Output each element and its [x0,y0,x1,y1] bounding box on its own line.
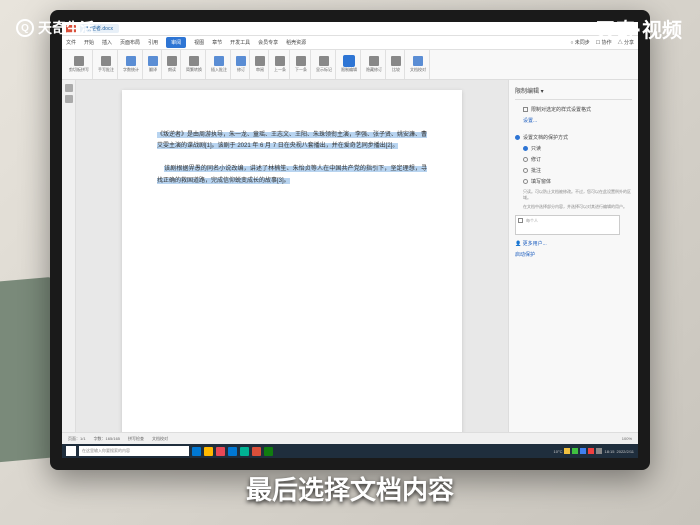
users-input[interactable]: 每个人 [515,215,620,235]
zoom-level[interactable]: 100% [622,436,632,441]
menubar: 文件 开始 插入 页面布局 引用 审阅 视图 章节 开发工具 会员专享 稻壳资源… [62,36,638,50]
start-protection-button[interactable]: 启动保护 [515,249,632,260]
tool-review[interactable]: 审阅 [252,50,269,79]
readonly-label: 只读 [531,145,541,152]
tool-next[interactable]: 下一条 [292,50,311,79]
document-area[interactable]: 《叛逆者》是由周游执导，朱一龙、童瑶、王志文、王阳、朱珠领衔主演，李强、张子贤、… [76,80,508,444]
tray-icon[interactable] [580,448,586,454]
menu-chapter[interactable]: 章节 [212,39,222,46]
taskbar-search[interactable]: 在这里输入你要搜索的内容 [79,446,189,456]
taskbar-app-icon[interactable] [216,447,225,456]
comment-label: 批注 [531,167,541,174]
start-button[interactable] [66,446,76,456]
hint-text: 在文档中选择部分内容，并选择可以对其进行编辑的用户。 [515,202,632,212]
ribbon-toolbar: 剪切板拼写 手写批注 字数统计 翻译 朗读 简繁转换 插入批注 修订 审阅 上一… [62,50,638,80]
watermark-text: 天奇生活 [38,18,94,38]
page-indicator[interactable]: 页面：1/1 [68,436,86,442]
tool-track[interactable]: 修订 [233,50,250,79]
menu-file[interactable]: 文件 [66,39,76,46]
rail-icon[interactable] [65,95,73,103]
protection-header: 设置文档的保护方式 [523,134,568,141]
tool-proofing[interactable]: 文档校对 [407,50,430,79]
menu-member[interactable]: 会员专享 [258,39,278,46]
everyone-label: 每个人 [526,218,538,224]
tool-read[interactable]: 朗读 [164,50,181,79]
statusbar: 页面：1/1 字数：165/165 拼写检查 文档校对 100% [62,432,638,444]
tool-convert[interactable]: 简繁转换 [183,50,206,79]
tray-icon[interactable] [564,448,570,454]
system-tray: 10°C 18:15 2022/2/11 [554,448,634,454]
screen: 叛逆者.docx 文件 开始 插入 页面布局 引用 审阅 视图 章节 开发工具 … [62,22,638,458]
titlebar: 叛逆者.docx [62,22,638,36]
tool-restrict-edit[interactable]: 限制编辑 [338,50,361,79]
selected-text: 该剧根据畀愚的同名小说改编，讲述了林楠笙、朱怡贞等人在中国共产党的指引下，坚定理… [157,166,427,183]
taskbar-app-icon[interactable] [228,447,237,456]
rail-icon[interactable] [65,84,73,92]
video-subtitle: 最后选择文档内容 [246,470,454,507]
panel-title: 限制编辑 ▾ [515,86,632,100]
sync-status[interactable]: ○ 未同步 [570,39,589,46]
format-restrict-checkbox[interactable] [523,107,528,112]
protection-header-radio[interactable] [515,135,520,140]
left-rail [62,80,76,444]
menu-resources[interactable]: 稻壳资源 [286,39,306,46]
selected-text: 《叛逆者》是由周游执导，朱一龙、童瑶、王志文、王阳、朱珠领衔主演，李强、张子贤、… [157,132,427,149]
tray-icon[interactable] [596,448,602,454]
tool-clipboard[interactable]: 剪切板拼写 [66,50,93,79]
taskbar-app-icon[interactable] [264,447,273,456]
tool-prev[interactable]: 上一条 [271,50,290,79]
tool-handwrite[interactable]: 手写批注 [95,50,118,79]
word-count[interactable]: 字数：165/165 [94,436,120,442]
tool-compare[interactable]: 比较 [388,50,405,79]
clock-time[interactable]: 18:15 [604,449,614,454]
weather[interactable]: 10°C [554,449,563,454]
hint-text: 只读。可以防止文档被修改。不过，您可以在此设置例外的区域。 [515,187,632,202]
forms-label: 填写窗体 [531,178,551,185]
taskbar-app-icon[interactable] [240,447,249,456]
menu-dev[interactable]: 开发工具 [230,39,250,46]
tool-comment[interactable]: 插入批注 [208,50,231,79]
restrict-editing-panel: 限制编辑 ▾ 限制对选定的样式设置格式 设置... 设置文档的保护方式 只读 修… [508,80,638,444]
comment-radio[interactable] [523,168,528,173]
doc-proofing[interactable]: 文档校对 [152,436,168,442]
tray-icon[interactable] [588,448,594,454]
forms-radio[interactable] [523,179,528,184]
format-restrict-label: 限制对选定的样式设置格式 [531,106,591,113]
taskbar-app-icon[interactable] [204,447,213,456]
watermark-topright: 天奇·视频 [595,14,682,43]
menu-references[interactable]: 引用 [148,39,158,46]
windows-taskbar: 在这里输入你要搜索的内容 10°C 18:15 2022/2/11 [62,444,638,458]
document-page: 《叛逆者》是由周游执导，朱一龙、童瑶、王志文、王阳、朱珠领衔主演，李强、张子贤、… [122,90,462,444]
tool-markup[interactable]: 显示标记 [313,50,336,79]
menu-home[interactable]: 开始 [84,39,94,46]
tool-hide-track[interactable]: 隐藏修订 [363,50,386,79]
logo-icon: Q [16,19,34,37]
tray-icon[interactable] [572,448,578,454]
track-radio[interactable] [523,157,528,162]
menu-layout[interactable]: 页面布局 [120,39,140,46]
taskbar-app-icon[interactable] [252,447,261,456]
document-content[interactable]: 《叛逆者》是由周游执导，朱一龙、童瑶、王志文、王阳、朱珠领衔主演，李强、张子贤、… [157,130,427,187]
tool-wordcount[interactable]: 字数统计 [120,50,143,79]
more-users-link[interactable]: 👤 更多用户... [515,238,632,249]
readonly-radio[interactable] [523,146,528,151]
track-label: 修订 [531,156,541,163]
monitor-frame: 叛逆者.docx 文件 开始 插入 页面布局 引用 审阅 视图 章节 开发工具 … [50,10,650,470]
everyone-checkbox[interactable] [518,218,523,223]
taskbar-app-icon[interactable] [192,447,201,456]
menu-review[interactable]: 审阅 [166,37,186,48]
settings-link[interactable]: 设置... [523,117,537,124]
watermark-topleft: Q 天奇生活 [16,18,94,38]
menu-view[interactable]: 视图 [194,39,204,46]
clock-date[interactable]: 2022/2/11 [617,449,635,454]
tool-translate[interactable]: 翻译 [145,50,162,79]
spell-check[interactable]: 拼写检查 [128,436,144,442]
menu-insert[interactable]: 插入 [102,39,112,46]
